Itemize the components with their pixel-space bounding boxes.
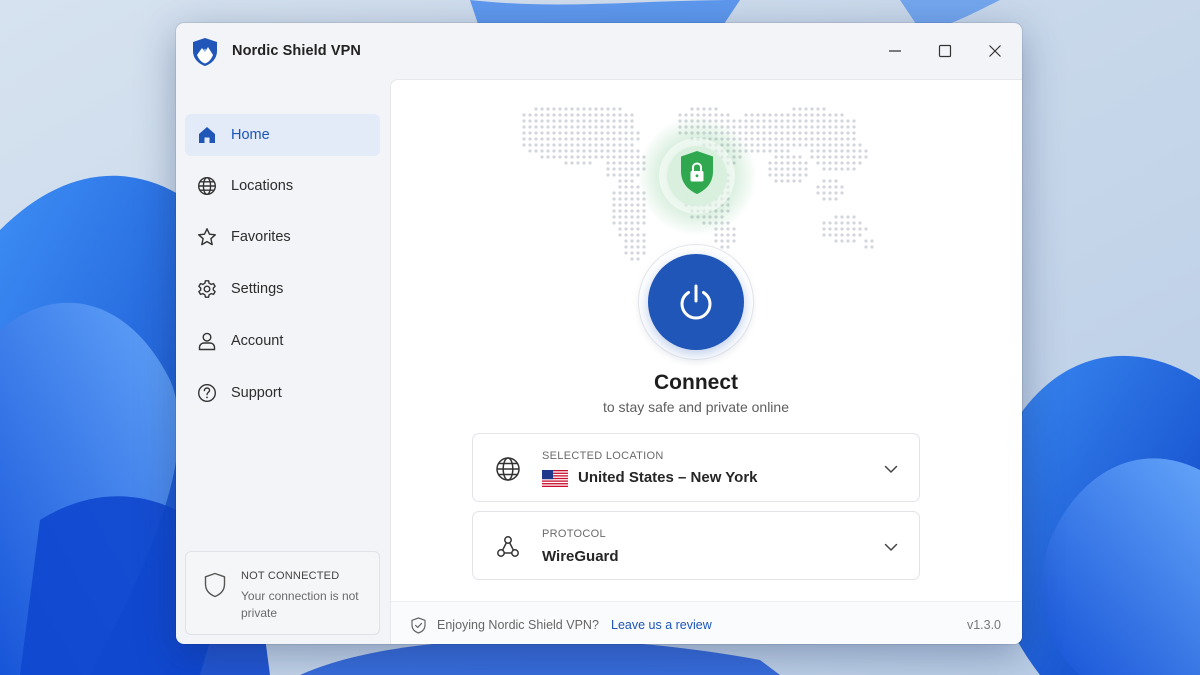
protocol-selector[interactable]: PROTOCOL WireGuard [472,511,920,580]
footer-bar: Enjoying Nordic Shield VPN? Leave us a r… [391,601,1022,644]
sidebar-item-label: Support [231,385,282,401]
secure-shield-icon [637,116,757,236]
location-caption: SELECTED LOCATION [542,450,664,462]
sidebar-item-support[interactable]: Support [185,372,380,414]
close-icon [989,45,1001,57]
protocol-caption: PROTOCOL [542,528,606,540]
app-version: v1.3.0 [966,618,1001,632]
sidebar-item-label: Account [231,333,284,349]
location-value: United States – New York [578,469,758,486]
power-icon [680,284,712,320]
protocol-network-icon [497,536,519,557]
sidebar-item-account[interactable]: Account [185,320,380,362]
app-logo-icon [193,38,217,66]
app-title: Nordic Shield VPN [232,43,361,59]
star-icon [198,228,216,246]
minimize-button[interactable] [872,33,918,69]
sidebar-item-favorites[interactable]: Favorites [185,216,380,258]
maximize-icon [938,44,952,58]
home-icon [199,127,215,143]
app-window: Nordic Shield VPN Home Locations Favorit… [176,23,1022,644]
sidebar-item-label: Home [231,127,270,143]
user-icon [198,332,216,351]
sidebar-item-home[interactable]: Home [185,114,380,156]
sidebar-item-settings[interactable]: Settings [185,268,380,310]
leave-review-link[interactable]: Leave us a review [611,618,712,632]
globe-icon [197,176,217,196]
sidebar: Home Locations Favorites Settings Accoun… [176,79,390,644]
globe-icon [496,457,520,481]
location-selector[interactable]: SELECTED LOCATION United States – New Yo… [472,433,920,502]
help-icon [197,383,217,403]
main-panel: Connect to stay safe and private online … [390,79,1022,644]
chevron-down-icon [884,543,898,551]
close-button[interactable] [972,33,1018,69]
status-title: NOT CONNECTED [241,570,340,582]
chevron-down-icon [884,465,898,473]
shield-check-icon [411,617,426,634]
connect-subtitle: to stay safe and private online [602,399,789,415]
status-description: Your connection is not private [241,589,359,620]
maximize-button[interactable] [922,33,968,69]
shield-outline-icon [204,572,226,598]
connect-title: Connect [654,371,738,394]
us-flag-icon [542,470,568,487]
gear-icon [198,280,216,298]
sidebar-item-label: Settings [231,281,284,297]
connection-status-card: NOT CONNECTED Your connection is not pri… [185,551,380,635]
footer-text: Enjoying Nordic Shield VPN? [437,618,599,632]
sidebar-item-label: Favorites [231,229,291,245]
minimize-icon [889,50,901,52]
title-bar: Nordic Shield VPN [176,23,1022,79]
sidebar-item-label: Locations [231,178,294,194]
sidebar-item-locations[interactable]: Locations [185,165,380,207]
connect-power-button[interactable] [648,254,744,350]
protocol-value: WireGuard [542,548,619,565]
